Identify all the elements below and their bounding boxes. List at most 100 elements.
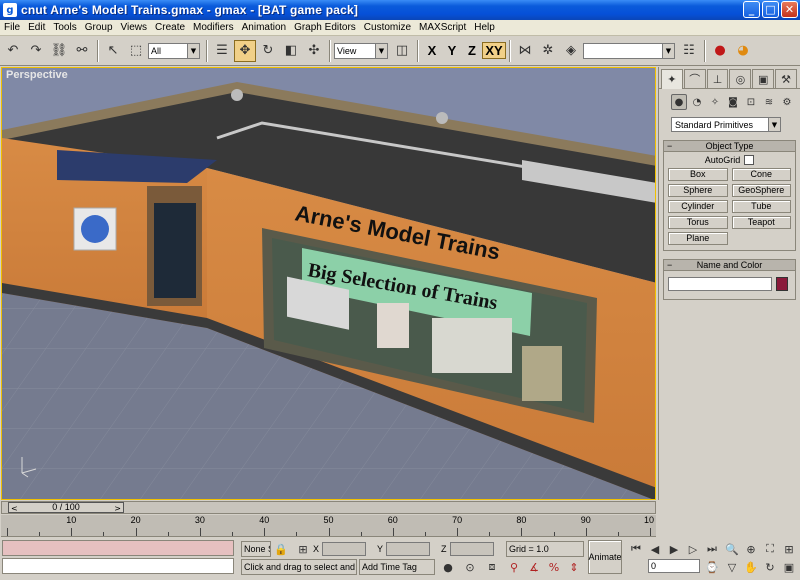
time-configuration-icon[interactable]: ⌚ <box>704 559 720 575</box>
name-color-rollout-header[interactable]: − Name and Color <box>663 259 796 271</box>
restrict-y-button[interactable]: Y <box>442 43 462 58</box>
restrict-x-button[interactable]: X <box>422 43 442 58</box>
zoom-all-icon[interactable]: ⊕ <box>743 541 759 557</box>
select-and-link-icon[interactable]: ⛓ <box>48 40 70 62</box>
track-bar[interactable]: 10 20 30 40 50 60 70 80 90 10 <box>1 515 656 537</box>
reference-coordinate-dropdown[interactable]: View ▼ <box>334 42 388 59</box>
x-coordinate-field[interactable] <box>322 542 366 556</box>
select-and-scale-icon[interactable]: ◧ <box>280 40 302 62</box>
crossing-toggle-icon[interactable]: ⧈ <box>484 559 500 575</box>
snap-toggle-icon[interactable]: ⚲ <box>506 559 522 575</box>
pan-icon[interactable]: ✋ <box>743 559 759 575</box>
rectangular-selection-icon[interactable]: ⬚ <box>125 40 147 62</box>
next-frame-icon[interactable]: > <box>114 503 121 514</box>
create-tab-icon[interactable]: ✦ <box>661 69 683 89</box>
previous-frame-button-icon[interactable]: ◀ <box>647 541 663 557</box>
utilities-tab-icon[interactable]: ⚒ <box>775 69 797 88</box>
viewport-label[interactable]: Perspective <box>6 69 68 81</box>
restrict-z-button[interactable]: Z <box>462 43 482 58</box>
next-frame-button-icon[interactable]: ▷ <box>685 541 701 557</box>
object-color-swatch[interactable] <box>776 277 788 291</box>
object-type-rollout-header[interactable]: − Object Type <box>663 140 796 152</box>
menu-modifiers[interactable]: Modifiers <box>189 22 238 33</box>
redo-icon[interactable]: ↷ <box>25 40 47 62</box>
use-pivot-center-icon[interactable]: ◫ <box>391 40 413 62</box>
select-by-name-icon[interactable]: ☰ <box>211 40 233 62</box>
menu-graph-editors[interactable]: Graph Editors <box>290 22 360 33</box>
cylinder-button[interactable]: Cylinder <box>668 200 728 213</box>
geometry-icon[interactable]: ● <box>671 94 687 110</box>
play-icon[interactable]: ▶ <box>666 541 682 557</box>
tube-button[interactable]: Tube <box>731 200 791 213</box>
add-time-tag-button[interactable]: Add Time Tag <box>359 559 435 575</box>
mirror-icon[interactable]: ⋈ <box>514 40 536 62</box>
time-slider[interactable]: < 0 / 100 > <box>1 501 656 514</box>
systems-icon[interactable]: ⚙ <box>779 94 795 110</box>
minimize-button[interactable]: _ <box>743 1 760 18</box>
menu-views[interactable]: Views <box>117 22 152 33</box>
zoom-extents-icon[interactable]: ⛶ <box>762 541 778 557</box>
space-warps-icon[interactable]: ≋ <box>761 94 777 110</box>
array-icon[interactable]: ✲ <box>537 40 559 62</box>
select-and-rotate-icon[interactable]: ↻ <box>257 40 279 62</box>
display-tab-icon[interactable]: ▣ <box>752 69 775 88</box>
time-slider-thumb[interactable]: < 0 / 100 > <box>8 502 124 513</box>
menu-group[interactable]: Group <box>81 22 117 33</box>
cameras-icon[interactable]: ◙ <box>725 94 741 110</box>
angle-snap-icon[interactable]: ∡ <box>526 559 542 575</box>
unlink-selection-icon[interactable]: ⚯ <box>71 40 93 62</box>
menu-create[interactable]: Create <box>151 22 189 33</box>
quick-render-icon[interactable]: ◕ <box>732 40 754 62</box>
current-frame-field[interactable]: 0 <box>648 559 700 573</box>
torus-button[interactable]: Torus <box>668 216 728 229</box>
object-category-dropdown[interactable]: Standard Primitives ▼ <box>671 117 781 132</box>
percent-snap-icon[interactable]: % <box>546 559 562 575</box>
animate-button[interactable]: Animate <box>588 540 622 574</box>
helpers-icon[interactable]: ⊡ <box>743 94 759 110</box>
lights-icon[interactable]: ✧ <box>707 94 723 110</box>
align-icon[interactable]: ◈ <box>560 40 582 62</box>
track-view-icon[interactable]: ☷ <box>678 40 700 62</box>
field-of-view-icon[interactable]: ▽ <box>724 559 740 575</box>
sphere-button[interactable]: Sphere <box>668 184 728 197</box>
restrict-xy-button[interactable]: XY <box>482 42 506 59</box>
menu-file[interactable]: File <box>0 22 24 33</box>
plane-button[interactable]: Plane <box>668 232 728 245</box>
gmax-app-icon[interactable]: g <box>3 3 17 17</box>
hierarchy-tab-icon[interactable]: ⊥ <box>706 69 729 88</box>
named-selection-dropdown[interactable]: ▼ <box>583 42 675 59</box>
menu-edit[interactable]: Edit <box>24 22 49 33</box>
arc-rotate-icon[interactable]: ↻ <box>762 559 778 575</box>
maximize-viewport-icon[interactable]: ▣ <box>781 559 797 575</box>
box-button[interactable]: Box <box>668 168 728 181</box>
menu-help[interactable]: Help <box>470 22 499 33</box>
object-name-field[interactable] <box>668 277 772 291</box>
geosphere-button[interactable]: GeoSphere <box>731 184 791 197</box>
select-and-move-icon[interactable]: ✥ <box>234 39 256 62</box>
maxscript-listener-mini[interactable] <box>2 540 234 556</box>
z-coordinate-field[interactable] <box>450 542 494 556</box>
spinner-snap-icon[interactable]: ⇕ <box>566 559 582 575</box>
autogrid-checkbox[interactable] <box>744 155 755 165</box>
menu-maxscript[interactable]: MAXScript <box>415 22 470 33</box>
lock-selection-icon[interactable]: 🔒 <box>273 541 289 557</box>
close-button[interactable]: ✕ <box>781 1 798 18</box>
selection-filter-dropdown[interactable]: All ▼ <box>148 42 200 59</box>
modify-tab-icon[interactable]: ⌒ <box>683 69 706 88</box>
menu-customize[interactable]: Customize <box>360 22 415 33</box>
maximize-button[interactable]: □ <box>762 1 779 18</box>
go-to-end-icon[interactable]: ⏭ <box>704 541 720 557</box>
shapes-icon[interactable]: ◔ <box>689 94 705 110</box>
y-coordinate-field[interactable] <box>386 542 430 556</box>
teapot-button[interactable]: Teapot <box>731 216 791 229</box>
undo-icon[interactable]: ↶ <box>2 40 24 62</box>
zoom-extents-all-icon[interactable]: ⊞ <box>781 541 797 557</box>
perspective-viewport[interactable]: Perspective Arne's Model Trains Big Sele… <box>1 67 656 500</box>
selection-toggle-icon[interactable]: ● <box>440 559 456 575</box>
menu-tools[interactable]: Tools <box>49 22 80 33</box>
degradation-override-icon[interactable]: ⊙ <box>462 559 478 575</box>
pivot-point-icon[interactable]: ✣ <box>303 40 325 62</box>
render-icon[interactable]: ● <box>709 40 731 62</box>
motion-tab-icon[interactable]: ◎ <box>729 69 752 88</box>
go-to-start-icon[interactable]: ⏮ <box>628 541 644 557</box>
